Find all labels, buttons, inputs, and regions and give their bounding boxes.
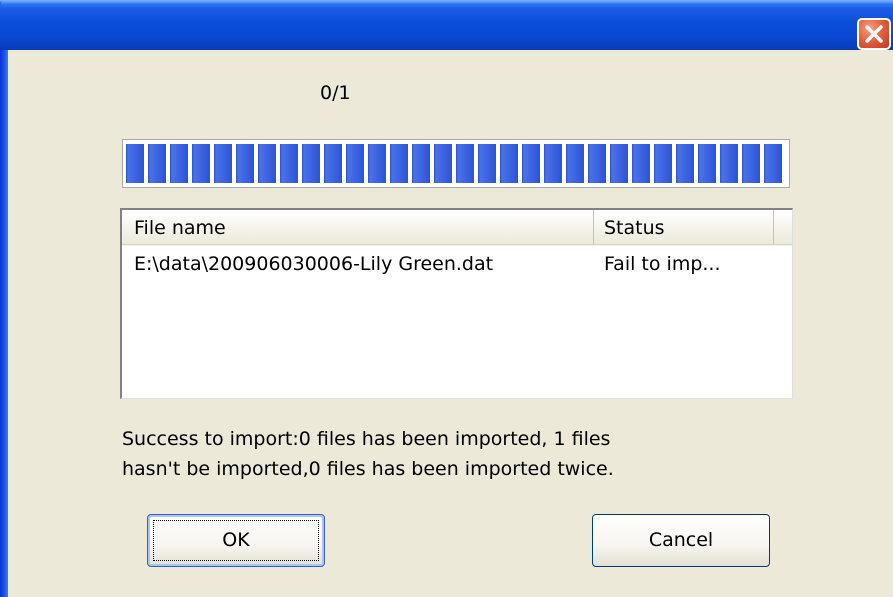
- list-header: File name Status: [122, 210, 792, 246]
- ok-button-label: OK: [222, 529, 250, 551]
- import-summary-line-1: Success to import:0 files has been impor…: [122, 428, 611, 450]
- progress-bar: [122, 139, 790, 188]
- column-header-status[interactable]: Status: [594, 210, 774, 245]
- import-file-list[interactable]: File name Status E:\data\200906030006-Li…: [120, 208, 793, 399]
- ok-button[interactable]: OK: [147, 514, 325, 567]
- title-bar[interactable]: [0, 0, 893, 50]
- column-header-filler: [774, 210, 792, 245]
- progress-count-label: 0/1: [320, 82, 351, 104]
- list-item-file-name: E:\data\200906030006-Lily Green.dat: [134, 253, 494, 275]
- import-summary: Success to import:0 files has been impor…: [122, 424, 822, 484]
- window-frame-left: [0, 0, 8, 597]
- title-bar-highlight: [0, 0, 893, 4]
- cancel-button-label: Cancel: [648, 529, 714, 551]
- progress-bar-fill: [126, 144, 786, 183]
- column-header-file-name[interactable]: File name: [122, 210, 594, 245]
- close-icon: [865, 25, 883, 43]
- list-item[interactable]: E:\data\200906030006-Lily Green.dat Fail…: [122, 246, 792, 282]
- import-summary-line-2: hasn't be imported,0 files has been impo…: [122, 458, 614, 480]
- close-button[interactable]: [857, 18, 891, 50]
- list-item-status: Fail to imp...: [604, 253, 721, 275]
- cancel-button[interactable]: Cancel: [592, 514, 770, 567]
